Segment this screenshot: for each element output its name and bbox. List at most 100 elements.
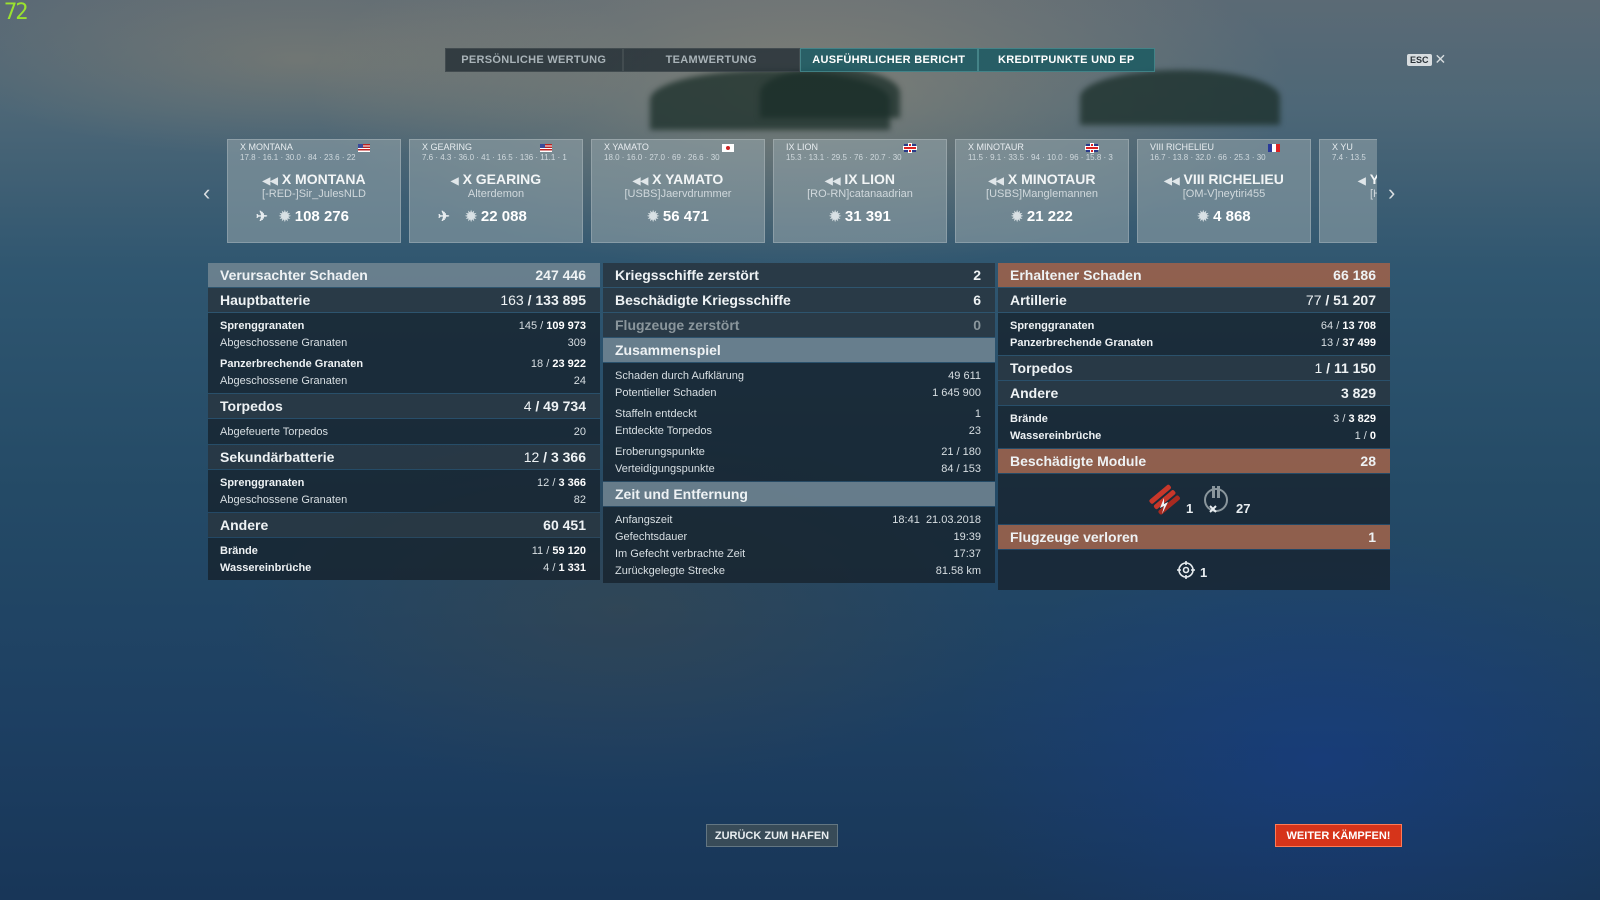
stat-value: 23 bbox=[968, 424, 981, 437]
stat-label: Abgeschossene Granaten bbox=[220, 336, 348, 349]
ship-carousel: X MONTANA 17.8 · 16.1 · 30.0 · 84 · 23.6 … bbox=[227, 139, 1377, 244]
stat-value: 49 611 bbox=[948, 369, 981, 382]
ship-damage: 4 868 bbox=[1213, 208, 1251, 225]
section-label: Zusammenspiel bbox=[615, 342, 721, 358]
section-label: Flugzeuge verloren bbox=[1010, 529, 1139, 545]
hits: 3 bbox=[1333, 412, 1340, 425]
ship-card[interactable]: X MINOTAUR 11.5 · 9.1 · 33.5 · 94 · 10.0 … bbox=[955, 139, 1129, 243]
hits: 11 bbox=[531, 544, 544, 557]
uk-flag-icon bbox=[904, 144, 916, 152]
ship-damage: 31 391 bbox=[844, 208, 891, 225]
ship-damage: 22 088 bbox=[480, 208, 527, 225]
player-name: [RO-RN]catanaadrian bbox=[807, 188, 913, 200]
ship-stats: 7.4 · 13.5 bbox=[1332, 153, 1366, 162]
ship-name: X YAMATO bbox=[652, 171, 724, 187]
damage: 11 150 bbox=[1333, 360, 1376, 376]
section-value: 1 bbox=[1368, 529, 1376, 545]
teamplay-details: Schaden durch Aufklärung 49 611 Potentiel… bbox=[603, 363, 995, 481]
return-to-port-button[interactable]: ZURÜCK ZUM HAFEN bbox=[706, 824, 838, 847]
ship-damage: 108 276 bbox=[294, 208, 349, 225]
battleship-class-icon: ◀◀ bbox=[825, 176, 841, 187]
close-icon: ✕ bbox=[1434, 51, 1447, 67]
plane-icon: ✈ bbox=[256, 208, 268, 224]
close-button[interactable]: ESC ✕ bbox=[1407, 51, 1446, 68]
section-label: Andere bbox=[1010, 385, 1059, 401]
damage-icon: ✹ bbox=[1011, 208, 1023, 224]
us-flag-icon bbox=[540, 144, 552, 152]
stat-label: Entdeckte Torpedos bbox=[615, 424, 713, 437]
uk-flag-icon bbox=[1086, 144, 1098, 152]
fps-counter: 72 bbox=[4, 0, 28, 25]
planes-destroyed-row: Flugzeuge zerstört 0 bbox=[603, 313, 995, 337]
section-value: 3 829 bbox=[1340, 385, 1376, 401]
stat-label: Brände bbox=[1010, 412, 1048, 425]
stat-value: 24 bbox=[573, 374, 586, 387]
ships-destroyed-row: Kriegsschiffe zerstört 2 bbox=[603, 263, 995, 287]
carousel-prev-button[interactable]: ‹ bbox=[203, 180, 210, 206]
battleship-class-icon: ◀◀ bbox=[1164, 176, 1180, 187]
main-battery-row: Hauptbatterie 163 / 133 895 bbox=[208, 288, 600, 312]
damage-icon: ✹ bbox=[1197, 208, 1210, 224]
other-damage-row: Andere 60 451 bbox=[208, 513, 600, 537]
stat-label: Eroberungspunkte bbox=[615, 445, 705, 458]
section-label: Zeit und Entfernung bbox=[615, 486, 748, 502]
carousel-next-button[interactable]: › bbox=[1388, 180, 1395, 206]
main-battery-details: Sprenggranaten 145 / 109 973 Abgeschossen… bbox=[208, 313, 600, 393]
ship-card[interactable]: X YU7.4 · 13.5 ◀Y [HF bbox=[1319, 139, 1377, 243]
stat-value: 1 645 900 bbox=[932, 386, 981, 399]
ship-stats: 15.3 · 13.1 · 29.5 · 76 · 20.7 · 30 bbox=[786, 153, 902, 162]
section-label: Torpedos bbox=[1010, 360, 1073, 376]
ship-card[interactable]: X MONTANA 17.8 · 16.1 · 30.0 · 84 · 23.6 … bbox=[227, 139, 401, 243]
player-name: [OM-V]neytiri455 bbox=[1182, 188, 1266, 200]
ship-stats: 16.7 · 13.8 · 32.0 · 66 · 25.3 · 30 bbox=[1150, 153, 1266, 162]
stat-label: Anfangszeit bbox=[615, 513, 673, 526]
tab-team-score[interactable]: TEAMWERTUNG bbox=[622, 48, 800, 72]
stat-value: 1 bbox=[974, 407, 981, 420]
ship-name: X GEARING bbox=[462, 171, 542, 187]
damage: 59 120 bbox=[552, 544, 586, 557]
time-distance-details: Anfangszeit 18:41 21.03.2018 Gefechtsdaue… bbox=[603, 507, 995, 583]
torpedos-row: Torpedos 4 / 49 734 bbox=[208, 394, 600, 418]
teamplay-header: Zusammenspiel bbox=[603, 338, 995, 362]
stat-value: 84 / 153 bbox=[941, 462, 981, 475]
player-name: [USBS]Jaervdrummer bbox=[624, 188, 732, 200]
damage: 109 973 bbox=[546, 319, 586, 332]
module-count: 27 bbox=[1236, 501, 1251, 516]
plane-count: 1 bbox=[1200, 565, 1208, 580]
section-value: 6 bbox=[973, 292, 981, 308]
damaged-modules-icons: 1 27 bbox=[998, 474, 1390, 524]
stat-label: Gefechtsdauer bbox=[615, 530, 688, 543]
ship-stats: 18.0 · 16.0 · 27.0 · 69 · 26.6 · 30 bbox=[604, 153, 720, 162]
stat-value: 20 bbox=[573, 425, 586, 438]
damage-icon: ✹ bbox=[829, 208, 841, 224]
ship-card[interactable]: VIII RICHELIEU 16.7 · 13.8 · 32.0 · 66 · … bbox=[1137, 139, 1311, 243]
secondary-details: Sprenggranaten 12 / 3 366 Abgeschossene G… bbox=[208, 470, 600, 512]
section-label: Hauptbatterie bbox=[220, 292, 311, 308]
ship-name: Y bbox=[1369, 171, 1377, 187]
tab-detailed-report[interactable]: AUSFÜHRLICHER BERICHT bbox=[800, 48, 978, 72]
stat-label: Wassereinbrüche bbox=[1010, 429, 1102, 442]
destroyer-class-icon: ◀ bbox=[450, 176, 459, 187]
stat-value: 309 bbox=[567, 336, 586, 349]
ship-card[interactable]: IX LION 15.3 · 13.1 · 29.5 · 76 · 20.7 · … bbox=[773, 139, 947, 243]
stat-label: Zurückgelegte Strecke bbox=[615, 564, 726, 577]
hits: 1 bbox=[1314, 360, 1323, 376]
planes-lost-icons: 1 bbox=[998, 550, 1390, 590]
player-name: [HF bbox=[1370, 188, 1377, 200]
section-label: Beschädigte Module bbox=[1010, 453, 1147, 469]
keep-fighting-button[interactable]: WEITER KÄMPFEN! bbox=[1275, 824, 1402, 847]
battleship-class-icon: ◀◀ bbox=[632, 176, 649, 187]
ship-card[interactable]: X GEARING 7.6 · 4.3 · 36.0 · 41 · 16.5 · … bbox=[409, 139, 583, 243]
damage: 3 829 bbox=[1348, 412, 1376, 425]
damage-icon: ✹ bbox=[279, 208, 291, 224]
player-name: Alterdemon bbox=[467, 188, 525, 200]
stat-label: Sprenggranaten bbox=[1010, 319, 1095, 332]
tab-personal-score[interactable]: PERSÖNLICHE WERTUNG bbox=[445, 48, 623, 72]
tab-credits-xp[interactable]: KREDITPUNKTE UND EP bbox=[977, 48, 1155, 72]
damage-dealt-header: Verursachter Schaden 247 446 bbox=[208, 263, 600, 287]
ship-card[interactable]: X YAMATO 18.0 · 16.0 · 27.0 · 69 · 26.6 ·… bbox=[591, 139, 765, 243]
damage-received-header: Erhaltener Schaden 66 186 bbox=[998, 263, 1390, 287]
turret-icon bbox=[1204, 486, 1228, 513]
damage: 3 366 bbox=[550, 449, 586, 465]
damage: 0 bbox=[1369, 429, 1376, 442]
